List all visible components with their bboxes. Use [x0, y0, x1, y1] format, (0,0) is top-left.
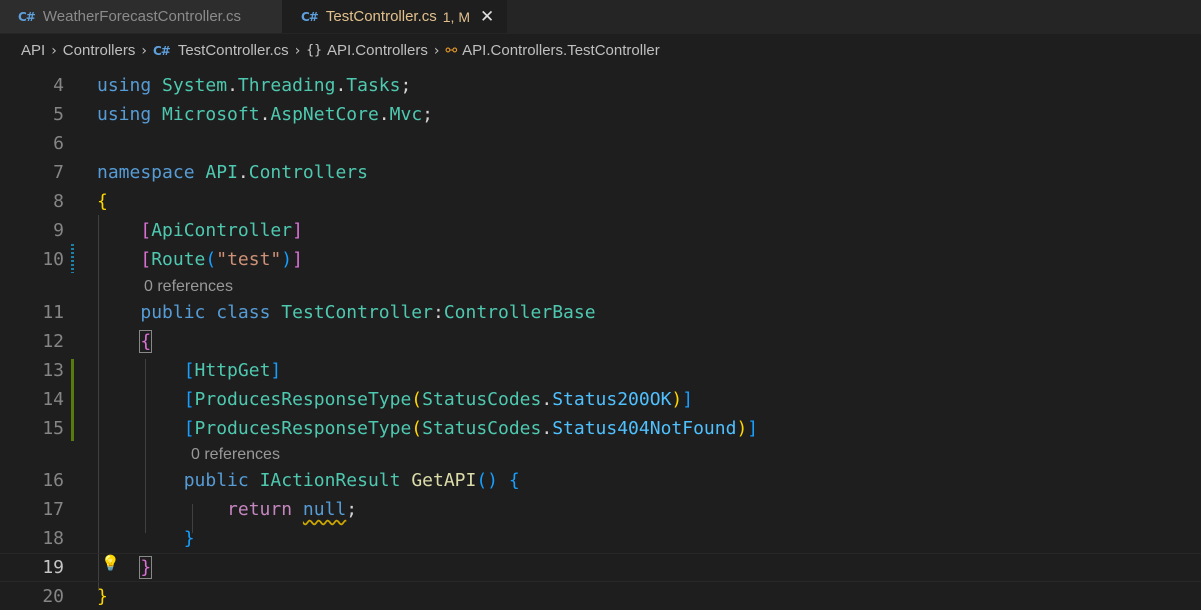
code-line: 16 public IActionResult GetAPI() { [0, 466, 1201, 495]
line-number: 13 [42, 360, 64, 381]
code-text: [ProducesResponseType(StatusCodes.Status… [183, 418, 759, 439]
line-number: 4 [53, 75, 64, 96]
class-icon: ⚯ [445, 42, 458, 59]
line-number: 12 [42, 331, 64, 352]
breadcrumb-folder[interactable]: Controllers [63, 42, 136, 59]
code-text: public IActionResult GetAPI() { [183, 470, 520, 491]
line-number: 11 [42, 302, 64, 323]
line-number: 16 [42, 470, 64, 491]
csharp-file-icon: C# [301, 9, 319, 24]
chevron-right-icon: › [433, 42, 440, 59]
breadcrumb-root[interactable]: API [21, 42, 45, 59]
close-icon[interactable]: ✕ [480, 7, 494, 27]
code-text: [ApiController] [140, 220, 303, 241]
code-line: 4 using System.Threading.Tasks; [0, 71, 1201, 100]
code-text: { [97, 191, 108, 212]
code-text: using System.Threading.Tasks; [97, 75, 412, 96]
code-line: 13 [HttpGet] [0, 356, 1201, 385]
line-number: 18 [42, 528, 64, 549]
line-number: 20 [42, 586, 64, 607]
null-warning-squiggle: null [302, 499, 347, 520]
code-line: 8 { [0, 187, 1201, 216]
code-line: 11 public class TestController:Controlle… [0, 298, 1201, 327]
breadcrumb-namespace[interactable]: API.Controllers [327, 42, 428, 59]
code-text: return null; [227, 499, 358, 520]
tab-problem-modified-status: 1, M [442, 8, 470, 25]
line-number: 6 [53, 133, 64, 154]
code-text: using Microsoft.AspNetCore.Mvc; [97, 104, 433, 125]
code-text: [HttpGet] [183, 360, 282, 381]
line-number: 19 [42, 557, 64, 578]
line-number: 10 [42, 249, 64, 270]
line-number: 5 [53, 104, 64, 125]
code-text: } [97, 586, 108, 607]
lightbulb-icon[interactable]: 💡 [101, 554, 120, 572]
breadcrumb: API › Controllers › C# TestController.cs… [0, 33, 1201, 68]
line-number: 17 [42, 499, 64, 520]
code-line: 12 { [0, 327, 1201, 356]
line-number: 7 [53, 162, 64, 183]
code-line: 6 [0, 129, 1201, 158]
csharp-file-icon: C# [18, 9, 36, 24]
tab-testcontroller[interactable]: C# TestController.cs 1, M ✕ [283, 0, 508, 33]
chevron-right-icon: › [51, 42, 57, 59]
tab-label: WeatherForecastController.cs [42, 8, 242, 25]
breadcrumb-class[interactable]: API.Controllers.TestController [462, 42, 660, 59]
code-line: 20 } [0, 582, 1201, 610]
line-number: 8 [53, 191, 64, 212]
line-number: 14 [42, 389, 64, 410]
code-line: 10 [Route("test")] [0, 245, 1201, 274]
line-number: 15 [42, 418, 64, 439]
code-line: 9 [ApiController] [0, 216, 1201, 245]
code-text: [Route("test")] [140, 249, 303, 270]
code-text: namespace API.Controllers [97, 162, 368, 183]
code-text: } [183, 528, 195, 549]
namespace-icon: {} [306, 43, 322, 58]
chevron-right-icon: › [141, 42, 147, 59]
csharp-file-icon: C# [152, 43, 171, 58]
tab-label: TestController.cs [325, 8, 437, 25]
code-text: public class TestController:ControllerBa… [140, 302, 596, 323]
current-line: 19 } [0, 553, 1201, 582]
code-line: 15 [ProducesResponseType(StatusCodes.Sta… [0, 414, 1201, 443]
code-line: 5 using Microsoft.AspNetCore.Mvc; [0, 100, 1201, 129]
code-text: [ProducesResponseType(StatusCodes.Status… [183, 389, 694, 410]
code-line: 14 [ProducesResponseType(StatusCodes.Sta… [0, 385, 1201, 414]
code-editor[interactable]: 4 using System.Threading.Tasks; 5 using … [0, 68, 1201, 610]
codelens-references[interactable]: 0 references [144, 274, 233, 299]
breadcrumb-file[interactable]: TestController.cs [178, 42, 289, 59]
codelens-references[interactable]: 0 references [191, 442, 280, 467]
chevron-right-icon: › [294, 42, 301, 59]
code-line: 18 } [0, 524, 1201, 553]
tab-weatherforecastcontroller[interactable]: C# WeatherForecastController.cs [0, 0, 283, 33]
tab-bar: C# WeatherForecastController.cs C# TestC… [0, 0, 1201, 34]
code-line: 7 namespace API.Controllers [0, 158, 1201, 187]
code-text: { [139, 330, 153, 353]
code-line: 17 return null; [0, 495, 1201, 524]
line-number: 9 [53, 220, 64, 241]
